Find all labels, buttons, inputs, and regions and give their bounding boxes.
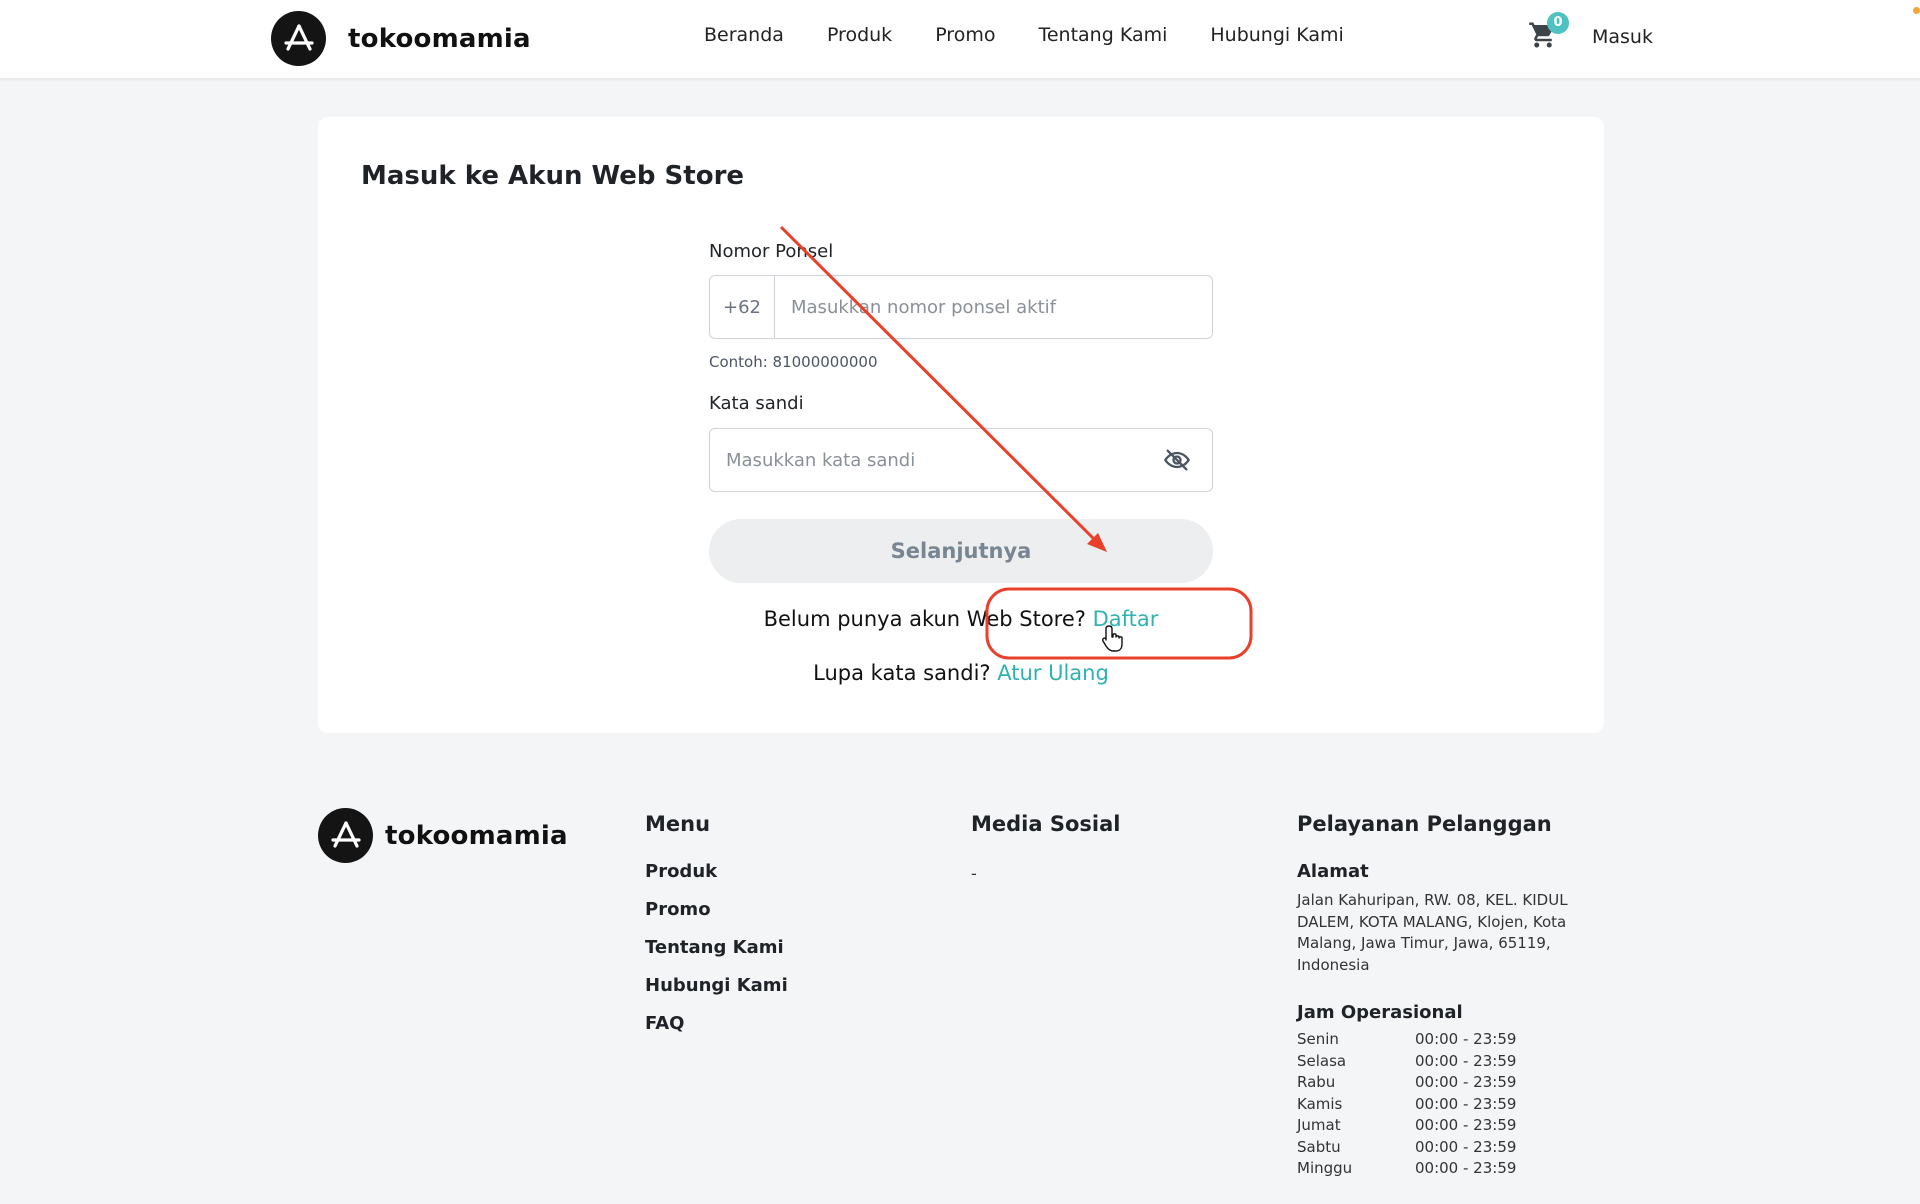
register-prompt-line: Belum punya akun Web Store? Daftar xyxy=(318,607,1604,631)
top-header: tokoomamia Beranda Produk Promo Tentang … xyxy=(0,0,1920,79)
hours-day: Rabu xyxy=(1297,1073,1336,1091)
hours-day: Jumat xyxy=(1297,1116,1341,1134)
hours-row: Senin 00:00 - 23:59 xyxy=(1297,1029,1597,1051)
nav-tentang-kami[interactable]: Tentang Kami xyxy=(1038,24,1167,46)
hours-day: Sabtu xyxy=(1297,1137,1341,1156)
address-text: Jalan Kahuripan, RW. 08, KEL. KIDUL DALE… xyxy=(1297,891,1568,974)
forgot-prompt: Lupa kata sandi? xyxy=(813,661,991,685)
country-code-prefix: +62 xyxy=(710,276,775,338)
hours-day: Selasa xyxy=(1297,1051,1347,1070)
footer-brand[interactable]: tokoomamia xyxy=(318,808,568,863)
footer-link-faq[interactable]: FAQ xyxy=(645,1013,788,1035)
footer-customer-service: Pelayanan Pelanggan Alamat Jalan Kahurip… xyxy=(1297,812,1597,1180)
brand-name: tokoomamia xyxy=(348,23,531,54)
login-card: Masuk ke Akun Web Store Nomor Ponsel +62… xyxy=(318,117,1604,733)
hours-day: Minggu xyxy=(1297,1159,1353,1177)
hours-row: Kamis 00:00 - 23:59 xyxy=(1297,1094,1597,1116)
footer-link-tentang-kami[interactable]: Tentang Kami xyxy=(645,937,788,959)
password-input[interactable] xyxy=(710,449,1162,471)
hours-time: 00:00 - 23:59 xyxy=(1415,1116,1517,1134)
nav-produk[interactable]: Produk xyxy=(827,24,892,46)
hours-day: Kamis xyxy=(1297,1094,1343,1113)
register-prompt: Belum punya akun Web Store? xyxy=(763,607,1086,631)
hours-row: Selasa 00:00 - 23:59 xyxy=(1297,1051,1597,1073)
phone-field: +62 xyxy=(709,275,1213,339)
footer-menu: Menu Produk Promo Tentang Kami Hubungi K… xyxy=(645,812,788,1035)
register-link[interactable]: Daftar xyxy=(1093,607,1159,631)
forgot-password-line: Lupa kata sandi? Atur Ulang xyxy=(318,661,1604,685)
footer-social-value: - xyxy=(971,864,977,883)
footer-link-promo[interactable]: Promo xyxy=(645,899,788,921)
notification-dot xyxy=(1913,7,1920,14)
logo-icon xyxy=(271,11,326,66)
cart-count-badge: 0 xyxy=(1547,12,1569,34)
footer-social-title: Media Sosial xyxy=(971,812,1121,836)
phone-hint: Contoh: 81000000000 xyxy=(709,353,878,371)
password-label: Kata sandi xyxy=(709,393,804,414)
hours-title: Jam Operasional xyxy=(1297,1002,1463,1023)
phone-input[interactable] xyxy=(775,276,1212,338)
hours-time: 00:00 - 23:59 xyxy=(1415,1030,1517,1048)
page-title: Masuk ke Akun Web Store xyxy=(361,161,745,191)
hours-row: Minggu 00:00 - 23:59 xyxy=(1297,1158,1597,1180)
hours-time: 00:00 - 23:59 xyxy=(1415,1094,1517,1113)
nav-beranda[interactable]: Beranda xyxy=(704,24,784,46)
footer-social: Media Sosial - xyxy=(971,812,1120,883)
hours-time: 00:00 - 23:59 xyxy=(1415,1159,1517,1177)
brand[interactable]: tokoomamia xyxy=(271,11,531,66)
hours-row: Jumat 00:00 - 23:59 xyxy=(1297,1115,1597,1137)
next-button[interactable]: Selanjutnya xyxy=(709,519,1213,583)
nav-promo[interactable]: Promo xyxy=(935,24,995,46)
phone-label: Nomor Ponsel xyxy=(709,241,834,262)
hours-table: Senin 00:00 - 23:59 Selasa 00:00 - 23:59 R… xyxy=(1297,1029,1597,1180)
main-nav: Beranda Produk Promo Tentang Kami Hubung… xyxy=(704,24,1387,46)
footer-menu-title: Menu xyxy=(645,812,711,836)
footer-brand-name: tokoomamia xyxy=(385,820,568,851)
hours-time: 00:00 - 23:59 xyxy=(1415,1137,1517,1156)
footer-link-hubungi-kami[interactable]: Hubungi Kami xyxy=(645,975,788,997)
login-link[interactable]: Masuk xyxy=(1592,26,1653,48)
nav-hubungi-kami[interactable]: Hubungi Kami xyxy=(1210,24,1343,46)
hours-time: 00:00 - 23:59 xyxy=(1415,1073,1517,1091)
hours-day: Senin xyxy=(1297,1030,1339,1048)
footer-logo-icon xyxy=(318,808,373,863)
hours-row: Rabu 00:00 - 23:59 xyxy=(1297,1072,1597,1094)
footer-link-produk[interactable]: Produk xyxy=(645,861,788,883)
reset-password-link[interactable]: Atur Ulang xyxy=(997,661,1109,685)
hours-time: 00:00 - 23:59 xyxy=(1415,1051,1517,1070)
hours-row: Sabtu 00:00 - 23:59 xyxy=(1297,1137,1597,1159)
password-field xyxy=(709,428,1213,492)
address-title: Alamat xyxy=(1297,861,1369,882)
footer-service-title: Pelayanan Pelanggan xyxy=(1297,812,1552,836)
eye-off-icon[interactable] xyxy=(1162,445,1192,475)
